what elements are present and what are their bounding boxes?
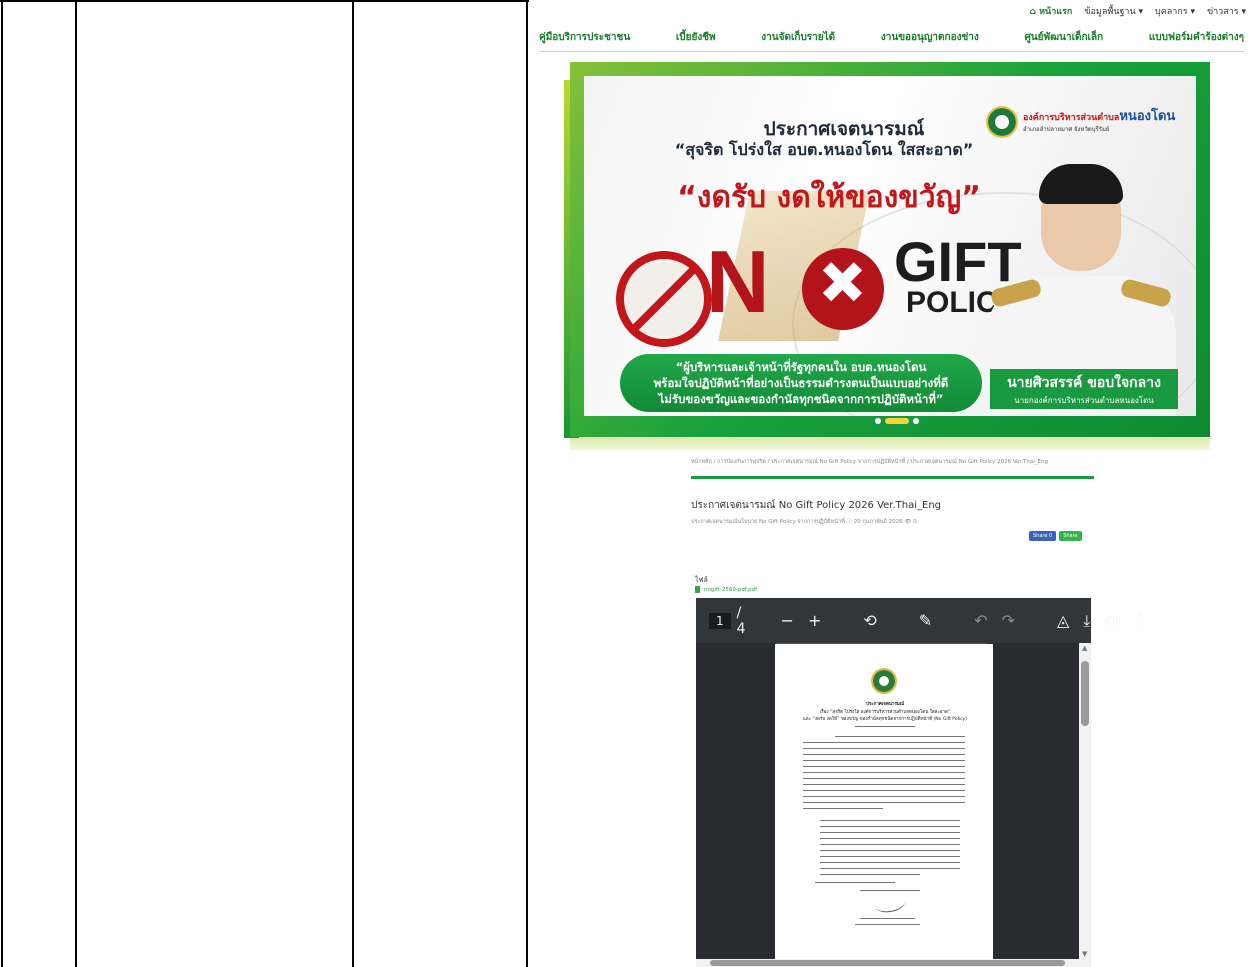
banner-subtitle: “สุจริต โปร่งใส อบต.หนองโดน ใสสะอาด” — [674, 140, 974, 159]
org-location: อำเภอลำปลายมาศ จังหวัดบุรีรัมย์ — [1023, 125, 1110, 133]
mayor-name-box: นายศิวสรรค์ ขอบใจกลาง นายกองค์การบริหารส… — [990, 369, 1178, 409]
banner-underline — [570, 438, 1210, 450]
zoom-in-icon[interactable]: + — [808, 611, 821, 630]
rotate-icon[interactable]: ⟲ — [863, 611, 876, 630]
breadcrumb[interactable]: หน้าหลัก / การป้องกันการทุจริต / ประกาศเ… — [691, 458, 1048, 466]
nav-item-child-center[interactable]: ศูนย์พัฒนาเด็กเล็ก — [1024, 30, 1103, 45]
document-subject-2: และ “งดรับ งดให้” ของขวัญ ของกำนัลทุกชนิ… — [803, 717, 967, 722]
pdf-viewer: 1 / 4 − + ⟲ ✎ ↶ ↷ ◬ ⤓ ⎙ ⋮ ประกาศเจตนารมณ… — [696, 598, 1147, 967]
pdf-gutter-right — [987, 643, 1079, 959]
scroll-thumb[interactable] — [1081, 661, 1089, 726]
no-gift-icon — [616, 251, 712, 347]
attachment-label: ไฟล์ — [695, 576, 708, 584]
table-border-col3 — [526, 0, 528, 967]
more-options-icon[interactable]: ⋮ — [1131, 611, 1147, 630]
slider-dot-active[interactable] — [885, 418, 909, 424]
main-nav: คู่มือบริการประชาชน เบี้ยยังชีพ งานจัดเก… — [539, 30, 1244, 52]
banner-slider[interactable]: ประกาศเจตนารมณ์ “สุจริต โปร่งใส อบต.หนอง… — [570, 62, 1210, 437]
article-meta: ประกาศเจตนารมณ์นโยบาย No Gift Policy จาก… — [691, 519, 917, 525]
nav-item-citizen-manual[interactable]: คู่มือบริการประชาชน — [539, 30, 630, 45]
scroll-up-icon[interactable]: ▲ — [1082, 644, 1087, 652]
slider-dots — [875, 418, 919, 424]
mayor-name: นายศิวสรรค์ ขอบใจกลาง — [1007, 375, 1161, 391]
table-border-col2 — [352, 0, 354, 967]
nav-item-revenue[interactable]: งานจัดเก็บรายได้ — [761, 30, 835, 45]
org-name: องค์การบริหารส่วนตำบลหนองโดน — [1023, 108, 1176, 124]
draw-icon[interactable]: ✎ — [919, 611, 932, 630]
table-border-top — [0, 0, 529, 2]
table-border-left — [1, 0, 3, 967]
facebook-share-button[interactable]: Share 0 — [1029, 531, 1057, 541]
banner-image: ประกาศเจตนารมณ์ “สุจริต โปร่งใส อบต.หนอง… — [584, 76, 1196, 416]
banner-no-letter: N — [706, 232, 770, 331]
top-bar: ⌂ หน้าแรก ข้อมูลพื้นฐาน ▾ บุคลากร ▾ ข่าว… — [1030, 4, 1246, 18]
page-title: ประกาศเจตนารมณ์ No Gift Policy 2026 Ver.… — [691, 500, 942, 511]
nav-item-construction-permit[interactable]: งานขออนุญาตกองช่าง — [881, 30, 979, 45]
nav-item-allowance[interactable]: เบี้ยยังชีพ — [676, 30, 716, 45]
table-border-col1 — [75, 0, 77, 967]
topbar-menu-personnel[interactable]: บุคลากร ▾ — [1155, 4, 1195, 18]
banner-headline: “งดรับ งดให้ของขวัญ” — [677, 180, 981, 215]
scroll-down-icon[interactable]: ▼ — [1082, 950, 1087, 958]
nav-item-forms[interactable]: แบบฟอร์มคำร้องต่างๆ — [1149, 30, 1244, 45]
page-total: / 4 — [736, 604, 746, 637]
undo-icon[interactable]: ↶ — [974, 611, 987, 630]
download-icon[interactable]: ⤓ — [1083, 611, 1090, 631]
document-seal-icon — [871, 668, 897, 694]
signature — [873, 893, 907, 915]
home-link[interactable]: ⌂ หน้าแรก — [1030, 4, 1073, 18]
website-screenshot: ⌂ หน้าแรก ข้อมูลพื้นฐาน ▾ บุคลากร ▾ ข่าว… — [529, 0, 1254, 967]
zoom-out-icon[interactable]: − — [781, 611, 794, 630]
slider-dot[interactable] — [913, 418, 919, 424]
document-title: ประกาศเจตนารมณ์ — [865, 702, 905, 707]
cross-icon — [802, 248, 884, 330]
pdf-toolbar: 1 / 4 − + ⟲ ✎ ↶ ↷ ◬ ⤓ ⎙ ⋮ — [696, 598, 1147, 643]
pdf-file-link[interactable]: nogift-2569-pdf.pdf — [695, 586, 757, 593]
banner-pledge: “ผู้บริหารและเจ้าหน้าที่รัฐทุกคนใน อบต.ห… — [620, 354, 982, 412]
mayor-title: นายกองค์การบริหารส่วนตำบลหนองโดน — [1014, 396, 1154, 405]
page-number-input[interactable]: 1 — [709, 612, 731, 629]
share-buttons: Share 0 Share — [1029, 531, 1082, 541]
redo-icon[interactable]: ↷ — [1002, 611, 1015, 630]
document-subject: เรื่อง “สุจริต โปร่งใส องค์การบริหารส่วน… — [819, 710, 951, 715]
line-share-button[interactable]: Share — [1059, 531, 1082, 541]
horizontal-scrollbar[interactable] — [696, 959, 1091, 967]
topbar-menu-news[interactable]: ข่าวสาร ▾ — [1207, 4, 1246, 18]
vertical-scrollbar[interactable]: ▲ ▼ — [1079, 643, 1091, 959]
pdf-page: ประกาศเจตนารมณ์ เรื่อง “สุจริต โปร่งใส อ… — [775, 644, 993, 959]
slider-dot[interactable] — [875, 418, 881, 424]
pdf-gutter-left — [696, 643, 776, 959]
print-icon[interactable]: ⎙ — [1104, 611, 1117, 631]
mayor-portrait — [986, 156, 1176, 416]
org-logo-icon — [986, 106, 1018, 138]
scroll-thumb-horizontal[interactable] — [710, 960, 1065, 966]
title-divider — [691, 476, 1094, 479]
topbar-menu-basic-info[interactable]: ข้อมูลพื้นฐาน ▾ — [1084, 4, 1143, 18]
annotate-icon[interactable]: ◬ — [1057, 611, 1069, 630]
org-header: องค์การบริหารส่วนตำบลหนองโดน อำเภอลำปลาย… — [986, 106, 1186, 138]
